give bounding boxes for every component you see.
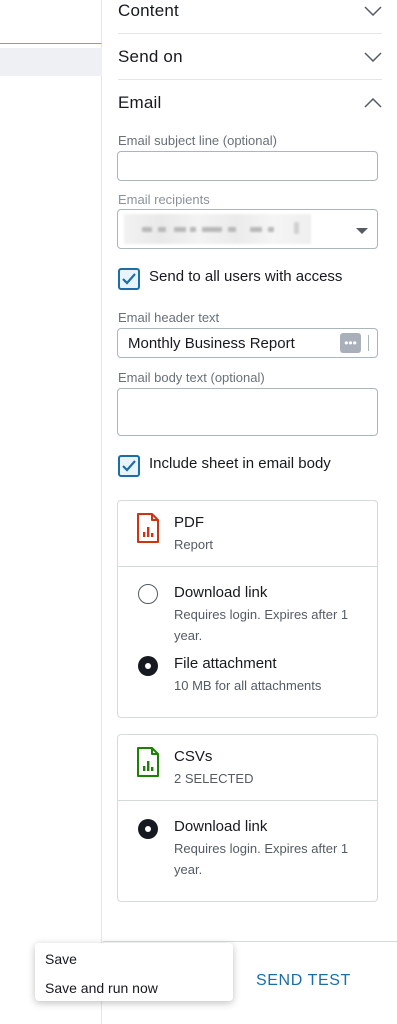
email-recipients-label: Email recipients <box>118 192 210 207</box>
pdf-card-header: PDF Report <box>118 501 377 567</box>
section-content-title: Content <box>118 0 179 20</box>
checkmark-icon <box>122 273 136 285</box>
email-body-label: Email body text (optional) <box>118 370 265 385</box>
section-email-title: Email <box>118 93 162 112</box>
save-and-run-menu-item[interactable]: Save and run now <box>45 980 158 996</box>
pdf-file-icon <box>136 513 160 548</box>
section-send-on[interactable]: Send on <box>118 34 382 80</box>
csv-card-title: CSVs <box>174 748 213 765</box>
app-root: Content Send on Email Email subject line… <box>0 0 397 1024</box>
more-options-icon[interactable]: ••• <box>340 333 369 353</box>
chevron-up-icon <box>364 94 382 112</box>
pdf-download-link-radio[interactable] <box>138 584 158 604</box>
left-pane <box>0 0 102 1024</box>
section-email[interactable]: Email <box>118 80 382 126</box>
csv-download-link-desc: Requires login. Expires after 1 year. <box>174 841 349 877</box>
dropdown-caret-icon <box>356 228 368 234</box>
include-sheet-label: Include sheet in email body <box>149 455 331 472</box>
csv-card-header: CSVs 2 SELECTED <box>118 735 377 801</box>
schedule-settings-panel: Content Send on Email Email subject line… <box>103 0 397 1024</box>
checkmark-icon <box>122 460 136 472</box>
pdf-file-attachment-radio[interactable] <box>138 656 158 676</box>
chevron-down-icon <box>364 2 382 20</box>
left-pane-selected-row[interactable] <box>0 48 102 76</box>
pdf-card-subtitle: Report <box>174 537 214 552</box>
save-menu-item[interactable]: Save <box>45 951 77 967</box>
pdf-file-attachment-desc: 10 MB for all attachments <box>174 678 322 693</box>
include-sheet-checkbox[interactable] <box>118 455 140 477</box>
csv-attachment-card: CSVs 2 SELECTED Download link Requires l… <box>117 734 378 902</box>
email-subject-input[interactable] <box>117 151 378 181</box>
left-pane-header <box>0 0 102 44</box>
redacted-recipients <box>124 214 311 244</box>
save-menu: Save Save and run now <box>35 943 233 1001</box>
csv-download-link-radio[interactable] <box>138 819 158 839</box>
chevron-down-icon <box>364 48 382 66</box>
send-to-all-label: Send to all users with access <box>149 268 343 285</box>
send-test-button[interactable]: SEND TEST <box>256 972 351 990</box>
pdf-card-title: PDF <box>174 514 204 531</box>
csv-download-link-title: Download link <box>174 818 268 835</box>
email-header-value: Monthly Business Report <box>128 335 295 352</box>
pdf-attachment-card: PDF Report Download link Requires login.… <box>117 500 378 718</box>
section-send-on-title: Send on <box>118 46 183 66</box>
email-header-label: Email header text <box>118 310 220 325</box>
email-body-textarea[interactable] <box>117 388 378 436</box>
send-to-all-checkbox[interactable] <box>118 268 140 290</box>
pdf-file-attachment-title: File attachment <box>174 655 277 672</box>
email-subject-label: Email subject line (optional) <box>118 133 277 148</box>
csv-card-subtitle: 2 SELECTED <box>174 771 254 786</box>
pdf-download-link-desc: Requires login. Expires after 1 year. <box>174 607 349 643</box>
email-recipients-select[interactable] <box>117 209 378 249</box>
email-header-input[interactable]: Monthly Business Report ••• <box>117 328 378 358</box>
pdf-download-link-title: Download link <box>174 584 268 601</box>
csv-file-icon <box>136 747 160 782</box>
section-content[interactable]: Content <box>118 0 382 34</box>
